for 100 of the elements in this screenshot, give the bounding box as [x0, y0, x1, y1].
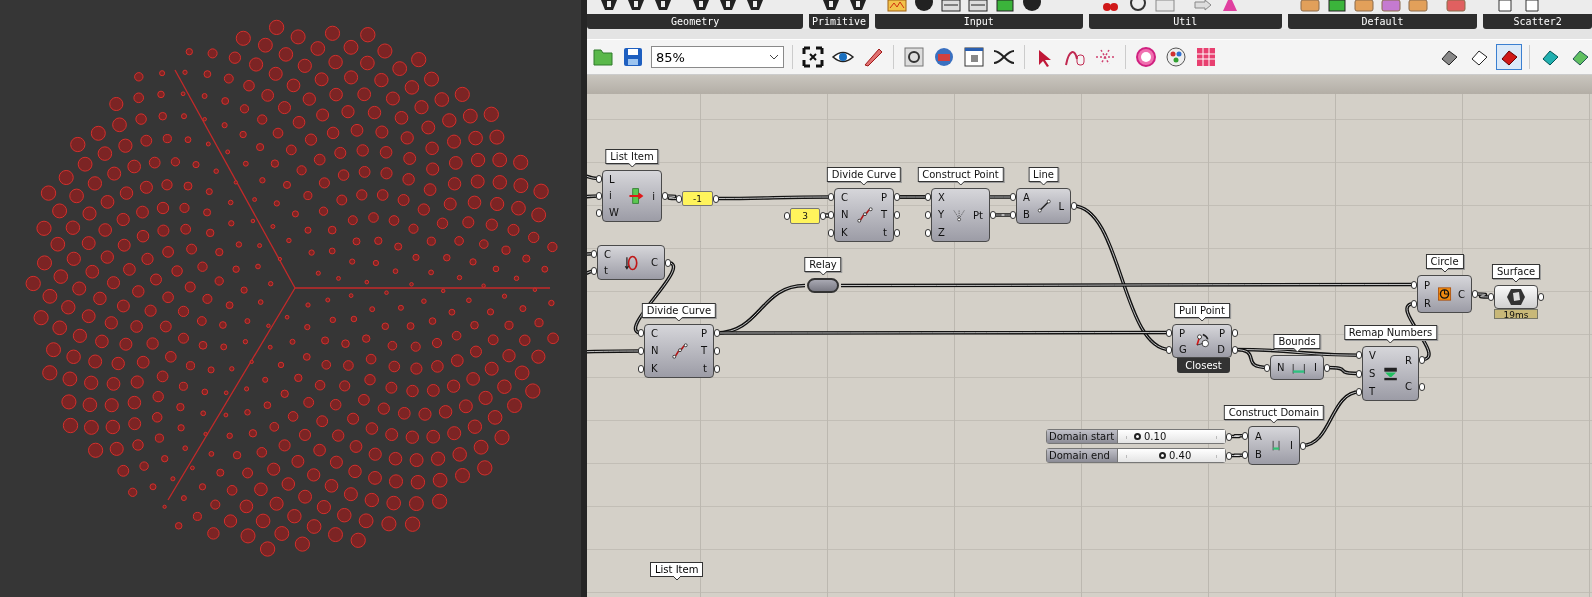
window-icon[interactable] [962, 45, 986, 69]
palette-icon[interactable] [1164, 45, 1188, 69]
input-grip[interactable] [925, 229, 931, 237]
component-icon[interactable] [653, 0, 673, 12]
input-grip[interactable] [1264, 363, 1270, 372]
input-grip[interactable] [925, 211, 931, 219]
group-label[interactable]: Input [874, 14, 1084, 29]
input-grip[interactable] [1411, 299, 1417, 308]
swatch-icon[interactable] [1353, 0, 1374, 12]
input-grip[interactable] [638, 365, 644, 373]
input-grip[interactable] [1488, 293, 1494, 301]
output-grip[interactable] [1071, 202, 1077, 210]
component-icon[interactable] [718, 0, 738, 12]
output-grip[interactable] [662, 192, 668, 200]
output-grip[interactable] [714, 365, 720, 373]
output-grip[interactable] [894, 211, 900, 219]
component-node[interactable]: L i W i [602, 170, 662, 222]
input-grip[interactable] [596, 192, 602, 200]
group-label[interactable]: Geometry [587, 14, 804, 29]
slider-track[interactable]: 0.40 [1117, 449, 1225, 462]
output-grip[interactable] [894, 229, 900, 237]
solid-preview-icon[interactable] [1497, 45, 1521, 69]
input-grip[interactable] [1411, 280, 1417, 289]
group-label[interactable]: Default [1287, 14, 1478, 29]
component-node[interactable]: P R C [1417, 275, 1472, 313]
component-icon[interactable] [848, 0, 869, 12]
pointer-icon [1039, 181, 1048, 185]
output-grip[interactable] [990, 211, 996, 219]
group-label[interactable]: Primitive [809, 14, 869, 29]
group-label[interactable]: Util [1089, 14, 1282, 29]
component-node[interactable]: N I [1270, 355, 1324, 380]
output-grip[interactable] [1226, 451, 1232, 460]
slider-track[interactable]: 0.10 [1117, 430, 1225, 443]
input-grip[interactable] [784, 212, 790, 220]
node-label: Bounds [1273, 334, 1321, 349]
output-grip[interactable] [1419, 383, 1425, 392]
swatch-icon[interactable] [1407, 0, 1428, 12]
spark-icon[interactable] [886, 0, 907, 12]
node-label: Construct Point [917, 167, 1004, 182]
component-node[interactable]: A B I [1248, 426, 1300, 465]
grid-icon[interactable] [1194, 45, 1218, 69]
input-name: G [1179, 343, 1187, 355]
input-grip[interactable] [828, 193, 834, 201]
component-icon[interactable] [745, 0, 765, 12]
component-node[interactable]: C N K P T t [644, 324, 714, 378]
slider-thumb[interactable] [1134, 433, 1141, 440]
output-name: P [1218, 327, 1225, 339]
number-panel[interactable]: 3 [790, 208, 820, 224]
input-grip[interactable] [828, 211, 834, 219]
panel-icon[interactable] [967, 0, 988, 12]
output-grip[interactable] [1419, 355, 1425, 364]
component-icon[interactable] [626, 0, 646, 12]
output-name: t [703, 362, 707, 374]
component-node[interactable]: V S T R C [1362, 346, 1419, 401]
caret-icon[interactable] [769, 54, 779, 60]
input-grip[interactable] [1010, 193, 1016, 201]
output-grip[interactable] [1324, 363, 1330, 372]
input-grip[interactable] [828, 229, 834, 237]
component-icon[interactable] [691, 0, 711, 12]
number-panel[interactable]: -1 [682, 191, 713, 206]
input-grip[interactable] [638, 347, 644, 355]
swatch-icon[interactable] [1380, 0, 1401, 12]
swatch-icon[interactable] [1299, 0, 1320, 12]
input-name: A [1023, 192, 1030, 203]
component-node[interactable]: C t C [597, 245, 665, 280]
output-name: I [1290, 440, 1293, 451]
zoom-dropdown[interactable]: 85% [651, 46, 784, 68]
output-grip[interactable] [713, 194, 719, 203]
circle-icon[interactable] [1134, 45, 1158, 69]
group-label[interactable]: Scatter2 [1483, 14, 1592, 29]
input-grip[interactable] [1242, 451, 1248, 460]
input-grip[interactable] [676, 194, 682, 203]
component-node[interactable]: C N K P T t [834, 188, 894, 242]
ring-icon[interactable] [1128, 0, 1149, 12]
input-grip[interactable] [638, 329, 644, 337]
output-grip[interactable] [714, 347, 720, 355]
zoom-extents-icon[interactable] [801, 45, 825, 69]
input-grip[interactable] [925, 193, 931, 201]
param-node[interactable] [1494, 285, 1538, 309]
component-icon[interactable] [821, 0, 842, 12]
panel-icon[interactable] [940, 0, 961, 12]
input-grip[interactable] [1242, 431, 1248, 440]
save-icon[interactable] [621, 45, 645, 69]
swatch-icon[interactable] [1445, 0, 1466, 12]
output-grip[interactable] [665, 258, 671, 267]
output-grip[interactable] [1300, 441, 1306, 450]
slider-thumb[interactable] [1159, 452, 1166, 459]
output-grip[interactable] [714, 329, 720, 337]
input-grip[interactable] [1010, 211, 1016, 219]
component-node[interactable]: X Y Z Pt [931, 188, 990, 242]
component-node[interactable]: A B L [1016, 188, 1071, 224]
output-grip[interactable] [820, 212, 826, 220]
relay-node[interactable] [807, 278, 839, 293]
divide-curve-icon [670, 342, 689, 360]
output-grip[interactable] [1538, 293, 1544, 301]
output-grip[interactable] [894, 193, 900, 201]
output-grip[interactable] [1226, 432, 1232, 441]
component-icon[interactable] [599, 0, 619, 12]
component-node[interactable]: P G P D [1172, 324, 1232, 358]
output-grip[interactable] [1472, 290, 1478, 298]
